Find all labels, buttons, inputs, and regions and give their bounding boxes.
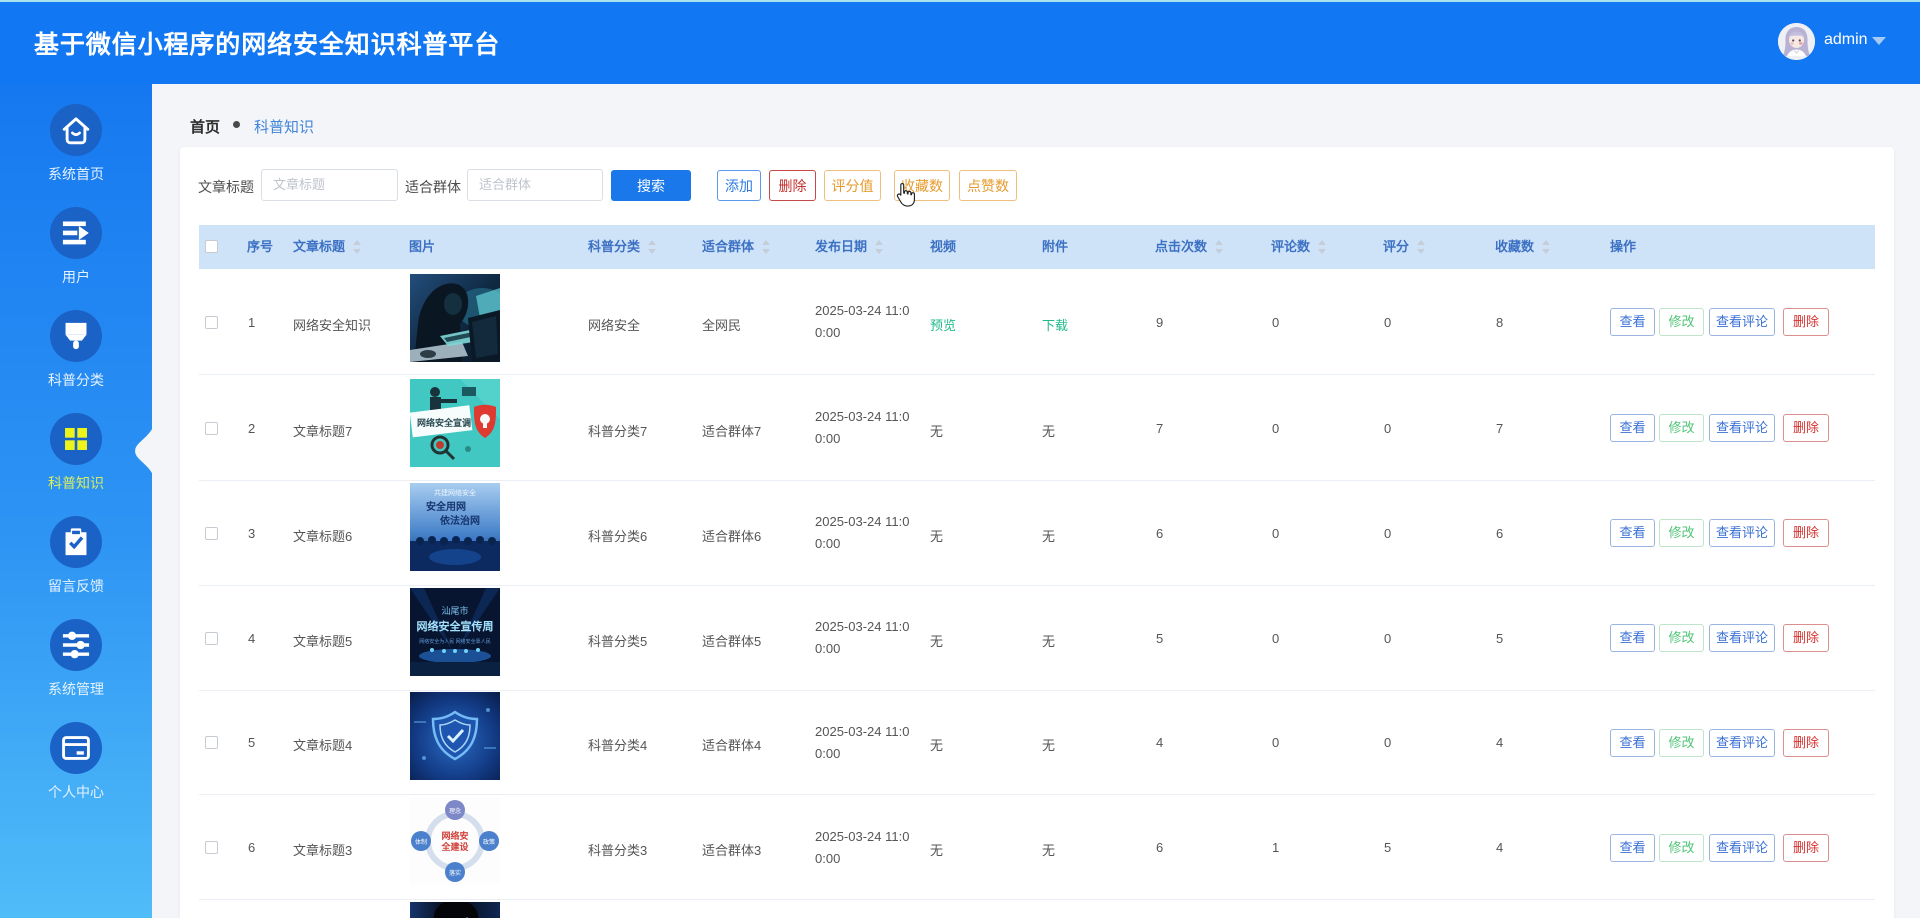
svg-text:网络安全为人民 网络安全靠人民: 网络安全为人民 网络安全靠人民 — [419, 638, 490, 645]
svg-text:网络安全宣传周: 网络安全宣传周 — [417, 619, 494, 633]
svg-text:共建网络安全: 共建网络安全 — [434, 488, 476, 497]
svg-text:理念: 理念 — [449, 807, 461, 815]
svg-text:网络安全宣调: 网络安全宣调 — [417, 417, 471, 428]
svg-text:网络安: 网络安 — [441, 830, 468, 841]
svg-text:汕尾市: 汕尾市 — [441, 605, 468, 616]
svg-text:安全用网: 安全用网 — [426, 500, 466, 513]
svg-text:落实: 落实 — [449, 869, 461, 877]
svg-text:政策: 政策 — [483, 838, 495, 846]
svg-text:依法治网: 依法治网 — [440, 514, 480, 527]
svg-text:体制: 体制 — [415, 838, 427, 846]
svg-text:全建设: 全建设 — [440, 841, 469, 852]
